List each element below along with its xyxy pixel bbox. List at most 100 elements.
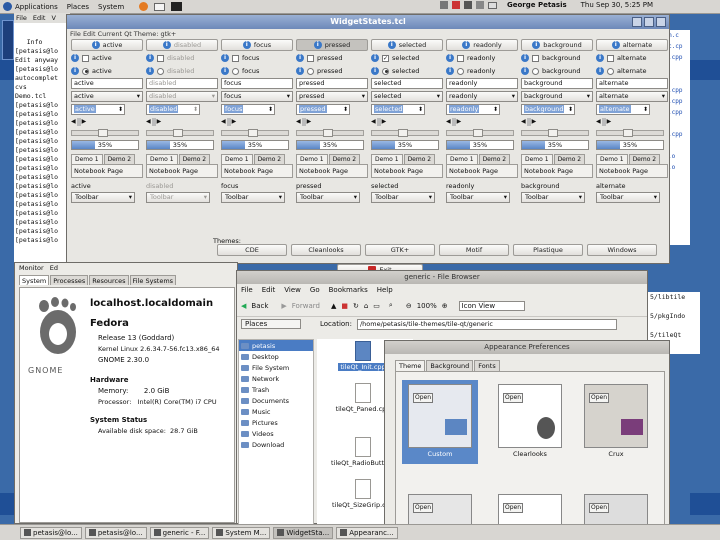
check-box[interactable] <box>82 54 89 62</box>
notebook-tab[interactable]: Demo 1 <box>521 154 553 164</box>
zoom-out-icon[interactable]: ⊖ <box>406 302 412 310</box>
forward-button[interactable]: Forward <box>292 302 320 310</box>
spinbox[interactable]: disabled <box>146 104 200 115</box>
scroll-thumb[interactable] <box>451 118 456 126</box>
appearance-titlebar[interactable]: Appearance Preferences <box>385 341 669 354</box>
tab-resources[interactable]: Resources <box>89 275 129 285</box>
scrollbar[interactable]: ◀ ▶ <box>221 118 245 126</box>
scale-thumb[interactable] <box>623 129 633 137</box>
checkbutton[interactable]: i ✓ selected <box>371 52 443 64</box>
tab-processes[interactable]: Processes <box>50 275 89 285</box>
radiobutton[interactable]: i pressed <box>296 65 368 77</box>
scroll-thumb[interactable] <box>76 118 81 126</box>
combobox[interactable]: active <box>71 91 143 102</box>
volume-icon[interactable] <box>464 1 472 9</box>
computer-icon[interactable]: ▭ <box>373 302 380 310</box>
entry-field[interactable]: focus <box>221 78 293 89</box>
toolbar-menubutton[interactable]: Toolbar <box>596 192 660 203</box>
menu-places[interactable]: Places <box>67 3 89 11</box>
combobox[interactable]: readonly <box>446 91 518 102</box>
terminal-menu-view[interactable]: V <box>51 14 55 22</box>
scroll-right-icon[interactable]: ▶ <box>382 118 387 126</box>
theme-button-gtk[interactable]: GTK+ <box>365 244 435 256</box>
theme-row2-1[interactable]: Open <box>402 490 478 530</box>
radio-circle[interactable] <box>82 67 89 75</box>
sidebar-item-trash[interactable]: Trash <box>239 384 313 395</box>
menu-applications[interactable]: Applications <box>15 3 58 11</box>
toolbar-menubutton[interactable]: Toolbar <box>146 192 210 203</box>
scrollbar[interactable]: ◀ ▶ <box>146 118 170 126</box>
sidebar-item-download[interactable]: Download <box>239 439 313 450</box>
back-icon[interactable]: ◀ <box>241 302 246 310</box>
theme-clearlooks[interactable]: Open Clearlooks <box>492 380 568 464</box>
firefox-icon[interactable] <box>139 2 149 11</box>
combobox[interactable]: selected <box>371 91 443 102</box>
radio-circle[interactable] <box>382 67 389 75</box>
checkbutton[interactable]: i pressed <box>296 52 368 64</box>
search-icon[interactable]: ⌕ <box>389 301 393 310</box>
radio-circle[interactable] <box>157 67 164 75</box>
minimize-button[interactable] <box>632 17 642 27</box>
taskbar-item[interactable]: System M... <box>212 526 271 539</box>
check-box[interactable] <box>457 54 464 62</box>
scroll-left-icon[interactable]: ◀ <box>371 118 376 126</box>
file-browser-titlebar[interactable]: generic - File Browser <box>237 271 647 284</box>
scrollbar[interactable]: ◀ ▶ <box>296 118 320 126</box>
sidebar-item-music[interactable]: Music <box>239 406 313 417</box>
check-box[interactable]: ✓ <box>382 54 389 62</box>
scale-slider[interactable] <box>71 129 139 137</box>
radiobutton[interactable]: i background <box>521 65 593 77</box>
taskbar-item[interactable]: petasis@lo... <box>20 526 82 539</box>
widget-states-titlebar[interactable]: WidgetStates.tcl <box>67 15 669 29</box>
scrollbar[interactable]: ◀ ▶ <box>446 118 470 126</box>
spinbox[interactable]: pressed <box>296 104 350 115</box>
scroll-right-icon[interactable]: ▶ <box>532 118 537 126</box>
scale-slider[interactable] <box>521 129 589 137</box>
notebook-tab[interactable]: Demo 2 <box>478 154 511 164</box>
widget-states-menubar[interactable]: File Edit Current Qt Theme: gtk+ <box>67 29 669 39</box>
spinbox[interactable]: focus <box>221 104 275 115</box>
radio-circle[interactable] <box>607 67 614 75</box>
spinbox[interactable]: readonly <box>446 104 500 115</box>
radio-circle[interactable] <box>307 67 314 75</box>
notebook-tab[interactable]: Demo 1 <box>596 154 628 164</box>
tab-system[interactable]: System <box>19 275 50 285</box>
theme-button-plastique[interactable]: Plastique <box>513 244 583 256</box>
back-button[interactable]: Back <box>251 302 268 310</box>
taskbar-item[interactable]: generic - F... <box>149 526 210 539</box>
theme-button-motif[interactable]: Motif <box>439 244 509 256</box>
notebook-tab[interactable]: Demo 2 <box>178 154 211 164</box>
sm-menu-edit[interactable]: Ed <box>50 264 58 272</box>
entry-field[interactable]: selected <box>371 78 443 89</box>
scroll-right-icon[interactable]: ▶ <box>82 118 87 126</box>
checkbutton[interactable]: i alternate <box>596 52 668 64</box>
radiobutton[interactable]: i active <box>71 65 143 77</box>
scroll-thumb[interactable] <box>226 118 231 126</box>
scroll-left-icon[interactable]: ◀ <box>221 118 226 126</box>
toolbar-menubutton[interactable]: Toolbar <box>521 192 585 203</box>
radiobutton[interactable]: i disabled <box>146 65 218 77</box>
combobox[interactable]: pressed <box>296 91 368 102</box>
fb-menu-file[interactable]: File <box>241 286 253 294</box>
state-button[interactable]: i focus <box>221 39 293 51</box>
notebook-tab[interactable]: Demo 1 <box>371 154 403 164</box>
scale-thumb[interactable] <box>173 129 183 137</box>
state-button[interactable]: i readonly <box>446 39 518 51</box>
scrollbar[interactable]: ◀ ▶ <box>596 118 620 126</box>
zoom-in-icon[interactable]: ⊕ <box>442 302 448 310</box>
check-box[interactable] <box>157 54 164 62</box>
taskbar-item[interactable]: petasis@lo... <box>84 526 147 539</box>
scroll-right-icon[interactable]: ▶ <box>457 118 462 126</box>
sidebar-item-file-system[interactable]: File System <box>239 362 313 373</box>
state-button[interactable]: i alternate <box>596 39 668 51</box>
state-button[interactable]: i disabled <box>146 39 218 51</box>
state-button[interactable]: i background <box>521 39 593 51</box>
notebook-tab[interactable]: Demo 1 <box>446 154 478 164</box>
scale-thumb[interactable] <box>473 129 483 137</box>
radiobutton[interactable]: i alternate <box>596 65 668 77</box>
toolbar-menubutton[interactable]: Toolbar <box>446 192 510 203</box>
scroll-thumb[interactable] <box>301 118 306 126</box>
spinbox[interactable]: alternate <box>596 104 650 115</box>
notebook-tab[interactable]: Demo 2 <box>253 154 286 164</box>
theme-crux[interactable]: Open Crux <box>578 380 654 464</box>
